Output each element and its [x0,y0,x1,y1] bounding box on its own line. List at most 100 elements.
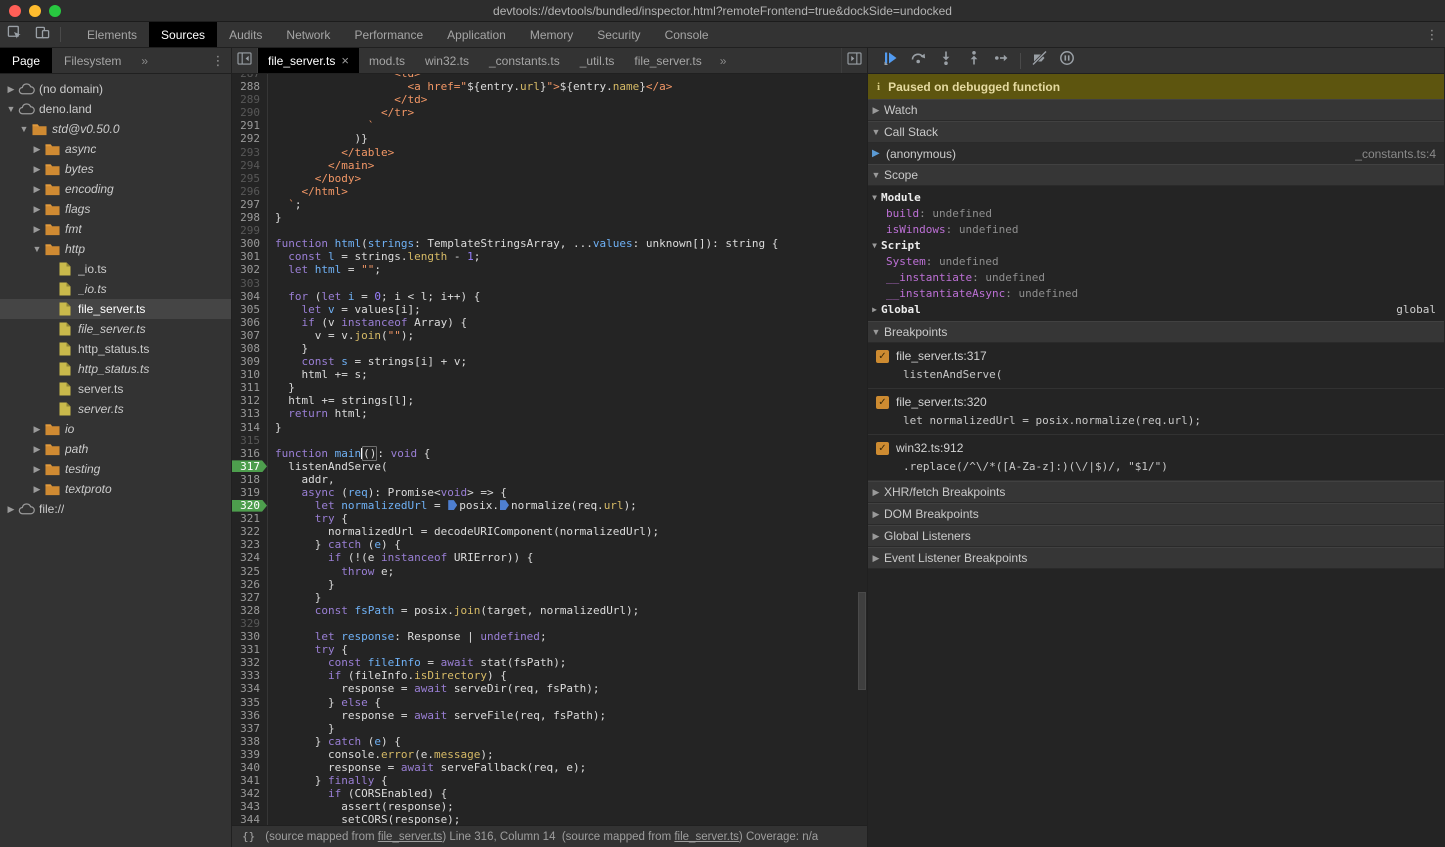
code-line[interactable]: 329 [232,617,867,630]
breakpoint-entry[interactable]: ✓win32.ts:912.replace(/^\/*([A-Za-z]:)(\… [868,435,1444,481]
tree-item-async[interactable]: ▶async [0,139,231,159]
inline-breakpoint-marker-icon[interactable] [500,500,509,510]
code-line[interactable]: 295 </body> [232,172,867,185]
line-number-gutter[interactable]: 335 [232,696,268,709]
line-number-gutter[interactable]: 308 [232,342,268,355]
section-header-dom-breakpoints[interactable]: ▶DOM Breakpoints [868,503,1444,525]
code-line[interactable]: 305 let v = values[i]; [232,303,867,316]
code-line[interactable]: 298} [232,211,867,224]
line-number-gutter[interactable]: 327 [232,591,268,604]
tab-elements[interactable]: Elements [75,22,149,47]
line-number-gutter[interactable]: 336 [232,709,268,722]
line-number-gutter[interactable]: 323 [232,538,268,551]
line-number-gutter[interactable]: 321 [232,512,268,525]
step-into-button[interactable] [932,48,960,74]
line-number-gutter[interactable]: 343 [232,800,268,813]
line-number-gutter[interactable]: 332 [232,656,268,669]
tree-item-file-server-ts[interactable]: file_server.ts [0,319,231,339]
section-header-callstack[interactable]: ▼Call Stack [868,121,1444,143]
line-number-gutter[interactable]: 324 [232,551,268,564]
tree-item-server-ts[interactable]: server.ts [0,379,231,399]
tab-console[interactable]: Console [653,22,721,47]
breakpoint-entry[interactable]: ✓file_server.ts:317listenAndServe( [868,343,1444,389]
code-line[interactable]: 320 let normalizedUrl = posix.normalize(… [232,499,867,512]
tree-item-textproto[interactable]: ▶textproto [0,479,231,499]
code-line[interactable]: 325 throw e; [232,565,867,578]
code-line[interactable]: 333 if (fileInfo.isDirectory) { [232,669,867,682]
line-number-gutter[interactable]: 342 [232,787,268,800]
code-line[interactable]: 294 </main> [232,159,867,172]
line-number-gutter[interactable]: 295 [232,172,268,185]
section-header-watch[interactable]: ▶Watch [868,99,1444,121]
code-line[interactable]: 306 if (v instanceof Array) { [232,316,867,329]
editor-tab--constants-ts[interactable]: _constants.ts [479,48,570,73]
scope-property[interactable]: __instantiate: undefined [868,269,1444,285]
tree-item-deno-land[interactable]: ▼deno.land [0,99,231,119]
editor-scrollbar[interactable] [858,592,866,690]
code-line[interactable]: 318 addr, [232,473,867,486]
section-header-scope[interactable]: ▼Scope [868,164,1444,186]
code-line[interactable]: 322 normalizedUrl = decodeURIComponent(n… [232,525,867,538]
resume-button[interactable] [876,48,904,74]
line-number-gutter[interactable]: 340 [232,761,268,774]
line-number-gutter[interactable]: 334 [232,682,268,695]
scope-property[interactable]: System: undefined [868,253,1444,269]
tree-item-fmt[interactable]: ▶fmt [0,219,231,239]
tree-item--no-domain-[interactable]: ▶(no domain) [0,79,231,99]
breakpoint-checkbox[interactable]: ✓ [876,442,889,455]
line-number-gutter[interactable]: 338 [232,735,268,748]
tree-item-file-[interactable]: ▶file:// [0,499,231,519]
code-line[interactable]: 303 [232,277,867,290]
hide-navigator-button[interactable] [232,48,258,73]
code-line[interactable]: 291 ` [232,119,867,132]
tab-network[interactable]: Network [274,22,342,47]
navigator-menu-button[interactable]: ⋮ [205,48,231,73]
code-line[interactable]: 309 const s = strings[i] + v; [232,355,867,368]
line-number-gutter[interactable]: 311 [232,381,268,394]
line-number-gutter[interactable]: 316 [232,447,268,460]
tree-item-http-status-ts[interactable]: http_status.ts [0,359,231,379]
code-line[interactable]: 326 } [232,578,867,591]
code-line[interactable]: 315 [232,434,867,447]
code-line[interactable]: 312 html += strings[l]; [232,394,867,407]
line-number-gutter[interactable]: 307 [232,329,268,342]
section-header-breakpoints[interactable]: ▼Breakpoints [868,321,1444,343]
tree-item-path[interactable]: ▶path [0,439,231,459]
line-number-gutter[interactable]: 313 [232,407,268,420]
code-line[interactable]: 344 setCORS(response); [232,813,867,825]
line-number-gutter[interactable]: 296 [232,185,268,198]
line-number-gutter[interactable]: 309 [232,355,268,368]
pause-on-exceptions-button[interactable] [1053,48,1081,74]
code-line[interactable]: 288 <a href="${entry.url}">${entry.name}… [232,80,867,93]
code-line[interactable]: 332 const fileInfo = await stat(fsPath); [232,656,867,669]
code-line[interactable]: 330 let response: Response | undefined; [232,630,867,643]
editor-tab-mod-ts[interactable]: mod.ts [359,48,415,73]
line-number-gutter[interactable]: 337 [232,722,268,735]
inline-breakpoint-marker-icon[interactable] [448,500,457,510]
line-number-gutter[interactable]: 293 [232,146,268,159]
code-line[interactable]: 335 } else { [232,696,867,709]
scope-global[interactable]: ▶Globalglobal [868,301,1444,317]
line-number-gutter[interactable]: 318 [232,473,268,486]
line-number-gutter[interactable]: 322 [232,525,268,538]
code-line[interactable]: 316function main(): void { [232,447,867,460]
code-line[interactable]: 313 return html; [232,407,867,420]
line-number-gutter[interactable]: 305 [232,303,268,316]
editor-tab--util-ts[interactable]: _util.ts [570,48,625,73]
line-number-gutter[interactable]: 330 [232,630,268,643]
code-line[interactable]: 290 </tr> [232,106,867,119]
tree-item-flags[interactable]: ▶flags [0,199,231,219]
code-line[interactable]: 301 const l = strings.length - 1; [232,250,867,263]
tab-audits[interactable]: Audits [217,22,274,47]
line-number-gutter[interactable]: 325 [232,565,268,578]
tree-item-file-server-ts[interactable]: file_server.ts [0,299,231,319]
code-line[interactable]: 299 [232,224,867,237]
line-number-gutter[interactable]: 303 [232,277,268,290]
section-header-xhr-breakpoints[interactable]: ▶XHR/fetch Breakpoints [868,481,1444,503]
code-line[interactable]: 321 try { [232,512,867,525]
pretty-print-button[interactable]: {} [232,830,265,843]
line-number-gutter[interactable]: 319 [232,486,268,499]
line-number-gutter[interactable]: 310 [232,368,268,381]
tab-application[interactable]: Application [435,22,518,47]
line-number-gutter[interactable]: 333 [232,669,268,682]
